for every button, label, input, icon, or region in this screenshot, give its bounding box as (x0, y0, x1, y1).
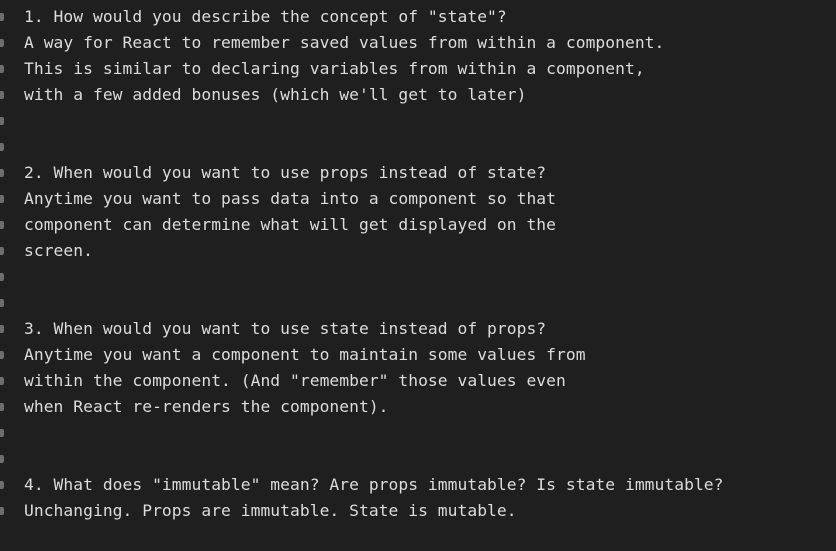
question-3: 3. When would you want to use state inst… (24, 319, 547, 338)
gutter-marker (0, 143, 4, 151)
gutter-marker (0, 273, 4, 281)
answer-2-line-1: Anytime you want to pass data into a com… (24, 189, 557, 208)
gutter-marker (0, 325, 4, 333)
answer-3-line-3: when React re-renders the component). (24, 397, 389, 416)
answer-2-line-3: screen. (24, 241, 93, 260)
gutter-marker (0, 455, 4, 463)
answer-1-line-3: with a few added bonuses (which we'll ge… (24, 85, 527, 104)
gutter-marker (0, 351, 4, 359)
line-gutter (0, 0, 8, 551)
answer-2-line-2: component can determine what will get di… (24, 215, 557, 234)
notes-editor[interactable]: 1. How would you describe the concept of… (0, 0, 836, 551)
gutter-marker (0, 429, 4, 437)
answer-1-line-1: A way for React to remember saved values… (24, 33, 665, 52)
gutter-marker (0, 117, 4, 125)
answer-3-line-1: Anytime you want a component to maintain… (24, 345, 586, 364)
gutter-marker (0, 169, 4, 177)
gutter-marker (0, 299, 4, 307)
answer-3-line-2: within the component. (And "remember" th… (24, 371, 566, 390)
gutter-marker (0, 39, 4, 47)
question-1: 1. How would you describe the concept of… (24, 7, 507, 26)
gutter-marker (0, 403, 4, 411)
gutter-marker (0, 221, 4, 229)
gutter-marker (0, 377, 4, 385)
question-4: 4. What does "immutable" mean? Are props… (24, 475, 724, 494)
gutter-marker (0, 195, 4, 203)
gutter-marker (0, 13, 4, 21)
gutter-marker (0, 247, 4, 255)
gutter-marker (0, 91, 4, 99)
question-2: 2. When would you want to use props inst… (24, 163, 547, 182)
answer-1-line-2: This is similar to declaring variables f… (24, 59, 645, 78)
gutter-marker (0, 65, 4, 73)
notes-text[interactable]: 1. How would you describe the concept of… (24, 4, 824, 524)
answer-4-line-1: Unchanging. Props are immutable. State i… (24, 501, 517, 520)
gutter-marker (0, 481, 4, 489)
gutter-marker (0, 507, 4, 515)
